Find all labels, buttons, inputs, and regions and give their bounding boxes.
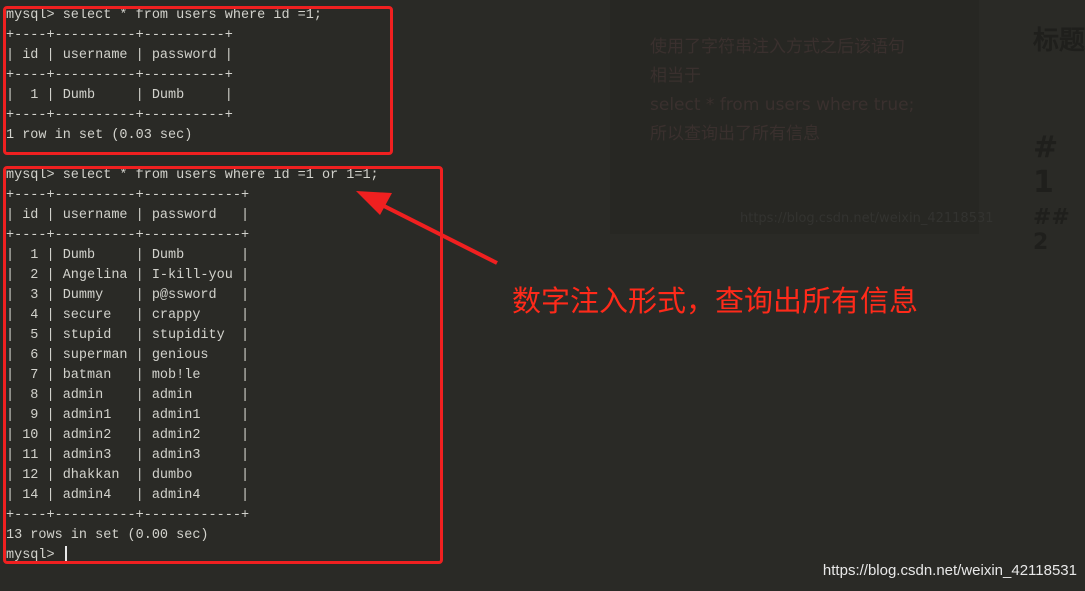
arrow-head — [356, 191, 392, 215]
arrow-shaft — [377, 201, 498, 265]
annotation-text: 数字注入形式，查询出所有信息 — [512, 284, 919, 318]
watermark: https://blog.csdn.net/weixin_42118531 — [822, 562, 1077, 579]
